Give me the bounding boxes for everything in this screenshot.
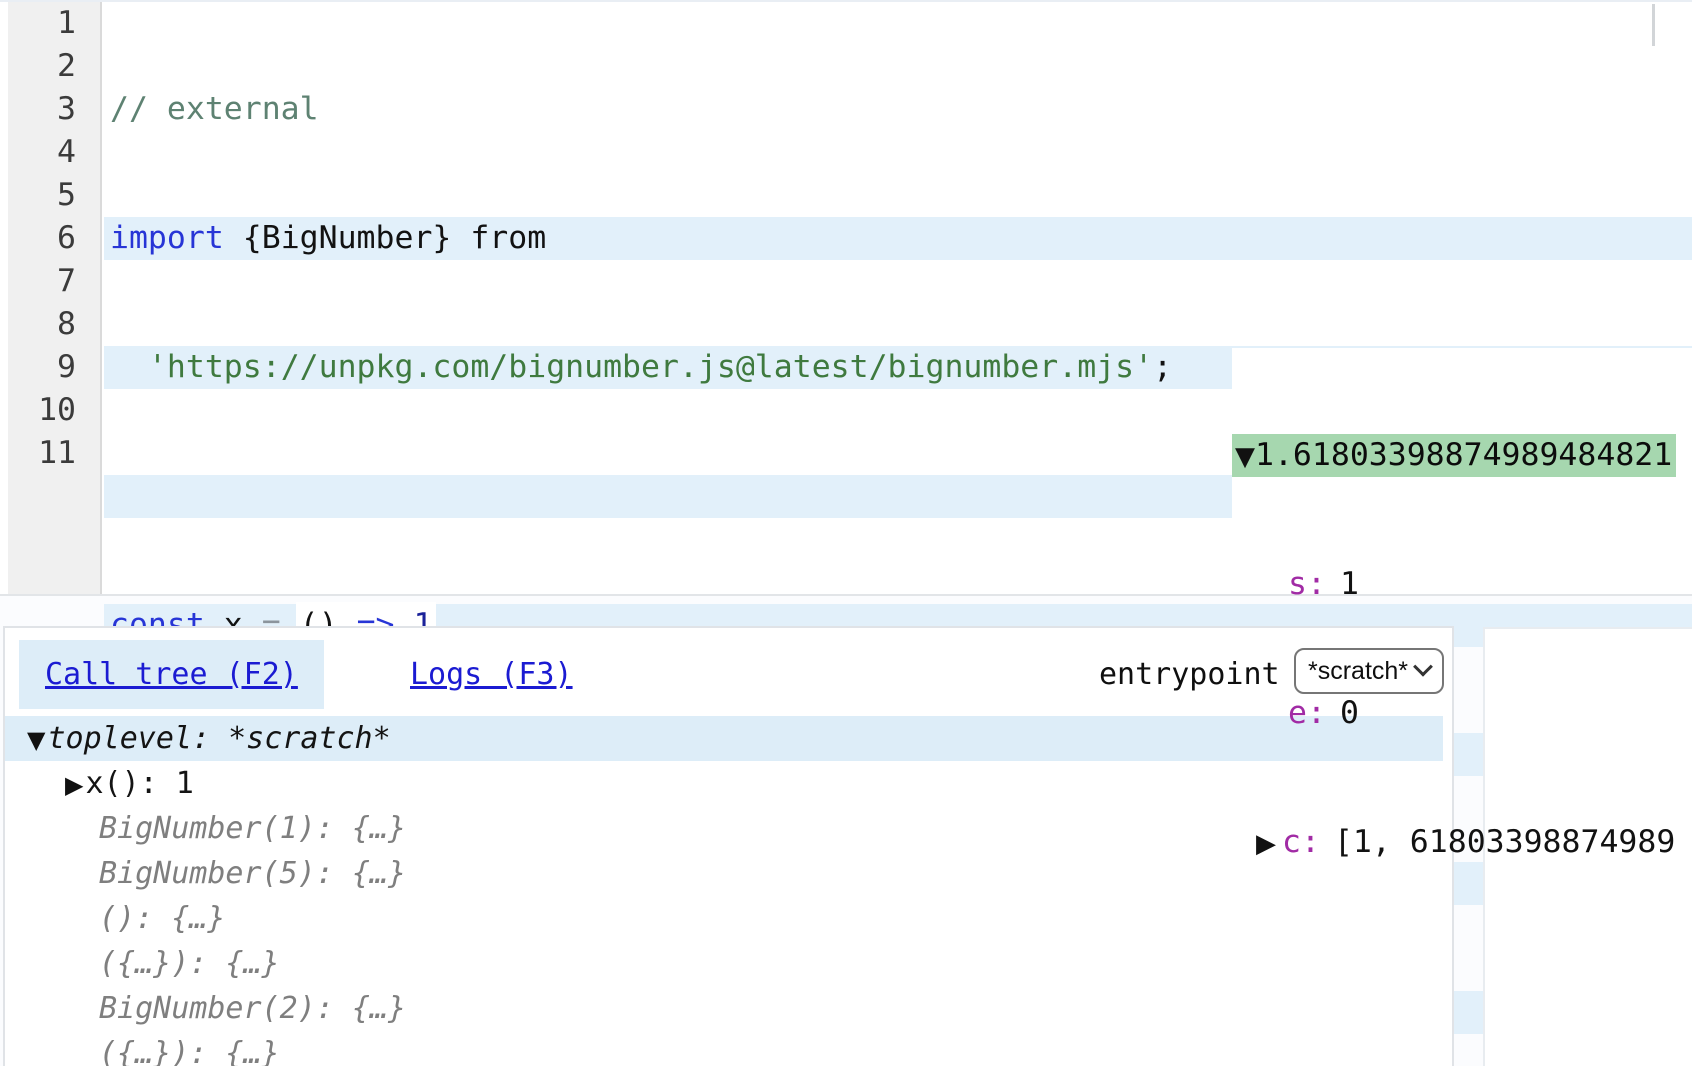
line-number: 5 [8,174,100,217]
inline-result-panel: ▼1.61803398874989484821 s:1 e:0 ▶c:[1, 6… [1232,348,1692,520]
code-token [110,349,148,385]
call-tree-tab-link[interactable]: Call tree (F2) [45,657,298,692]
collapse-triangle-icon[interactable]: ▼ [27,726,45,754]
expand-triangle-icon[interactable]: ▶ [1256,829,1276,859]
code-line-2[interactable]: import {BigNumber} from [104,217,1692,260]
tree-row-label: (): {…} [99,901,225,936]
field-key: e: [1288,695,1326,731]
line-number: 9 [8,346,100,389]
field-key: s: [1288,566,1326,602]
result-field-s: s: 1 [1232,563,1692,606]
line-number: 8 [8,303,100,346]
tree-row-label: BigNumber(2): {…} [99,991,406,1026]
line-number: 1 [8,2,100,45]
result-value: 1.61803398874989484821 [1255,437,1672,473]
code-line-1[interactable]: // external [104,88,1692,131]
tree-row-label: toplevel: *scratch* [47,721,390,756]
result-field-e: e: 0 [1232,692,1692,735]
tab-logs[interactable]: Logs (F3) [410,657,573,692]
tree-row-label: ({…}): {…} [99,946,280,981]
line-number: 11 [8,432,100,475]
keyword-token: import [110,220,224,256]
tree-row-label: ({…}): {…} [99,1036,280,1066]
expand-triangle-icon[interactable]: ▶ [65,771,83,799]
tree-row-label: BigNumber(1): {…} [99,811,406,846]
line-number: 4 [8,131,100,174]
tree-row-label: x(): 1 [85,766,193,801]
collapse-triangle-icon[interactable]: ▼ [1235,442,1255,472]
field-value: 0 [1340,695,1359,731]
line-number: 6 [8,217,100,260]
line-number: 3 [8,88,100,131]
comment-token: // external [110,91,319,127]
tree-row-elided[interactable]: BigNumber(2): {…} [5,986,1452,1031]
code-editor[interactable]: 1 2 3 4 5 6 7 8 9 10 11 // external impo… [0,0,1692,596]
field-value: 1 [1340,566,1359,602]
tab-call-tree[interactable]: Call tree (F2) [19,640,324,709]
app-screen: 1 2 3 4 5 6 7 8 9 10 11 // external impo… [0,0,1692,1066]
code-token: {BigNumber} from [224,220,546,256]
tree-row-label: BigNumber(5): {…} [99,856,406,891]
result-value-row[interactable]: ▼1.61803398874989484821 [1232,434,1676,477]
string-token: 'https://unpkg.com/bignumber.js@latest/b… [148,349,1153,385]
field-key: c: [1282,824,1320,860]
field-value: [1, 61803398874989 [1334,824,1675,860]
line-number-gutter: 1 2 3 4 5 6 7 8 9 10 11 [8,2,102,594]
editor-scrollbar[interactable] [1652,4,1655,46]
line-number: 7 [8,260,100,303]
tree-row-toplevel[interactable]: ▼toplevel: *scratch* [5,716,1443,761]
line-number: 10 [8,389,100,432]
result-field-c[interactable]: ▶c: [1, 61803398874989 [1232,821,1692,864]
tree-row-elided[interactable]: ({…}): {…} [5,1031,1452,1066]
line-number: 2 [8,45,100,88]
code-token: ; [1153,349,1172,385]
